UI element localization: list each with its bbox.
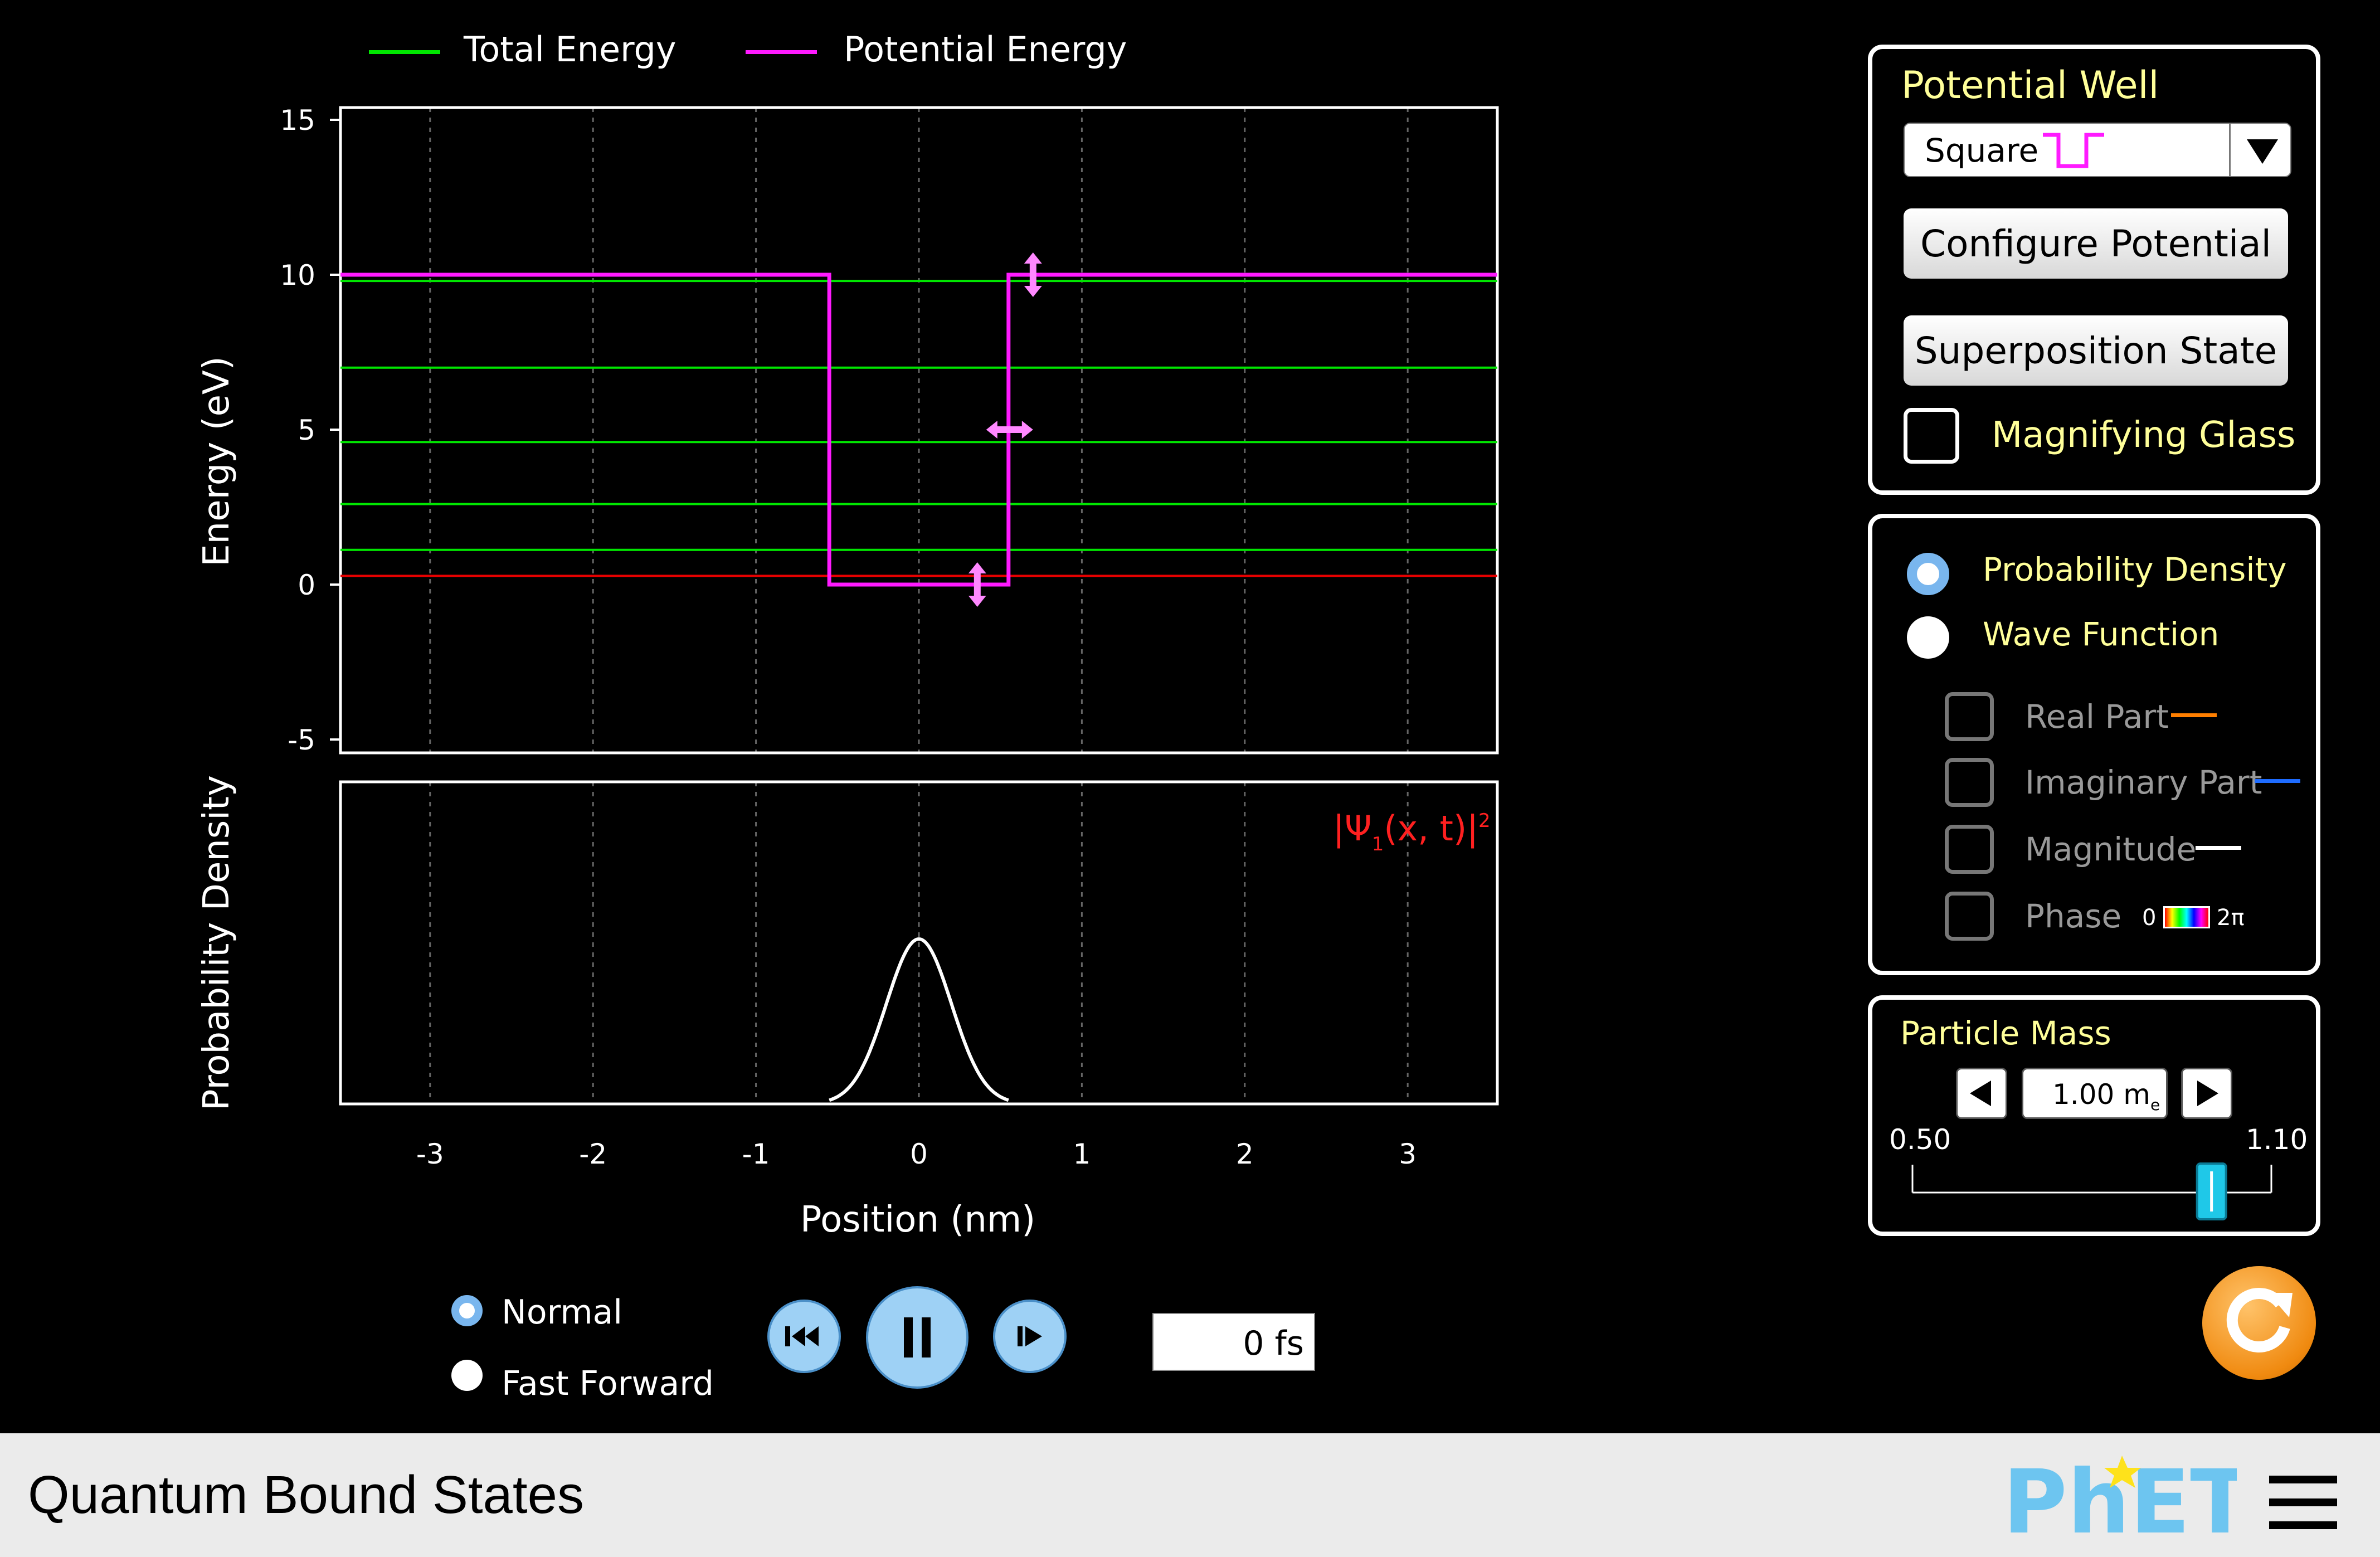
slider-thumb[interactable] [2196,1162,2227,1220]
wavefunction-formula: |Ψ1(x, t)|2 [1333,808,1491,855]
speed-fast-forward-option[interactable]: Fast Forward [450,1360,714,1403]
y-tick-label: 15 [280,104,315,137]
potential-handles[interactable] [968,252,1042,607]
mass-min-label: 0.50 [1889,1123,1951,1156]
magnifying-glass-checkbox[interactable] [1904,408,1959,464]
menu-icon[interactable] [2269,1476,2337,1529]
chevron-down-icon[interactable] [2233,124,2289,176]
configure-potential-button[interactable]: Configure Potential [1904,208,2288,279]
step-forward-button[interactable] [993,1300,1067,1373]
arrow-right-icon [2197,1081,2218,1106]
particle-mass-panel: Particle Mass 1.00 me 0.50 1.10 [1868,995,2320,1236]
superposition-state-button[interactable]: Superposition State [1904,315,2288,386]
real-part-line [2171,713,2217,717]
y-tick-label: -5 [288,724,315,756]
phase-color-bar [2163,906,2210,928]
phet-logo-icon: PhET [2003,1451,2250,1554]
magnitude-checkbox[interactable] [1945,825,1994,874]
magnifying-glass-label: Magnifying Glass [1992,415,2296,456]
play-pause-button[interactable] [866,1286,968,1389]
pause-icon [904,1317,931,1357]
probability-density-label[interactable]: Probability Density [1983,551,2287,588]
phase-min-label: 0 [2142,905,2157,931]
energy-y-ticks: 15 10 5 0 -5 [280,104,340,756]
y-tick-label: 5 [298,414,315,446]
mass-increase-button[interactable] [2181,1068,2232,1119]
energy-axis-label: Energy (eV) [196,356,237,567]
potential-well-dropdown[interactable]: Square [1904,123,2291,177]
reset-all-button[interactable] [2202,1266,2316,1380]
time-value: 0 fs [1243,1324,1304,1363]
speed-normal-option[interactable]: Normal [450,1293,629,1332]
restart-button[interactable] [767,1300,841,1373]
mass-decrease-button[interactable] [1956,1068,2007,1119]
mass-value-display: 1.00 me [2022,1068,2168,1119]
imaginary-part-checkbox[interactable] [1945,758,1994,807]
speed-normal-label: Normal [502,1293,623,1332]
density-plot-grid [429,782,1409,1104]
mass-slider[interactable] [1904,1156,2282,1223]
speed-fast-forward-label: Fast Forward [502,1364,714,1403]
speed-normal-radio[interactable] [451,1295,483,1326]
square-well-icon [2043,133,2104,168]
position-axis-label: Position (nm) [800,1199,1035,1240]
potential-well-title: Potential Well [1901,64,2159,108]
step-icon [1018,1326,1042,1346]
imaginary-part-label: Imaginary Part [2025,763,2262,801]
arrow-left-icon [1970,1081,1991,1106]
real-part-checkbox[interactable] [1945,692,1994,741]
y-tick-label: 10 [280,259,315,291]
reset-icon [2226,1288,2293,1353]
wave-function-label[interactable]: Wave Function [1983,615,2219,653]
magnitude-line [2196,846,2241,850]
x-tick-label: 0 [910,1138,928,1170]
time-display: 0 fs [1152,1313,1315,1371]
phet-logo[interactable]: PhET [2003,1451,2250,1554]
phase-checkbox[interactable] [1945,892,1994,941]
x-tick-label: 3 [1399,1138,1417,1170]
restart-icon [785,1326,819,1346]
probability-density-radio[interactable] [1907,553,1949,595]
phase-max-label: 2π [2217,905,2245,931]
dropdown-selected-value: Square [1925,132,2039,169]
speed-fast-forward-radio[interactable] [451,1360,483,1391]
view-panel: Probability Density Wave Function Real P… [1868,514,2320,975]
particle-mass-title: Particle Mass [1900,1014,2111,1052]
density-axis-label: Probability Density [196,775,237,1111]
x-tick-label: 1 [1073,1138,1091,1170]
potential-well-panel: Potential Well Square Configure Potentia… [1868,45,2320,495]
wave-function-radio[interactable] [1907,616,1949,659]
phase-label: Phase [2025,897,2122,935]
dropdown-divider [2229,124,2231,176]
x-tick-label: -1 [742,1138,770,1170]
imaginary-part-line [2255,779,2300,783]
x-tick-label: -2 [579,1138,607,1170]
mass-max-label: 1.10 [2246,1123,2308,1156]
real-part-label: Real Part [2025,698,2169,736]
position-x-ticks: -3 -2 -1 0 1 2 3 [416,1138,1417,1170]
x-tick-label: 2 [1236,1138,1254,1170]
mass-value: 1.00 me [2052,1078,2160,1114]
sim-title: Quantum Bound States [28,1465,584,1525]
energy-plot-grid [429,108,1409,753]
y-tick-label: 0 [298,569,315,601]
magnitude-label: Magnitude [2025,830,2197,868]
x-tick-label: -3 [416,1138,444,1170]
footer-bar: Quantum Bound States PhET [0,1433,2380,1557]
